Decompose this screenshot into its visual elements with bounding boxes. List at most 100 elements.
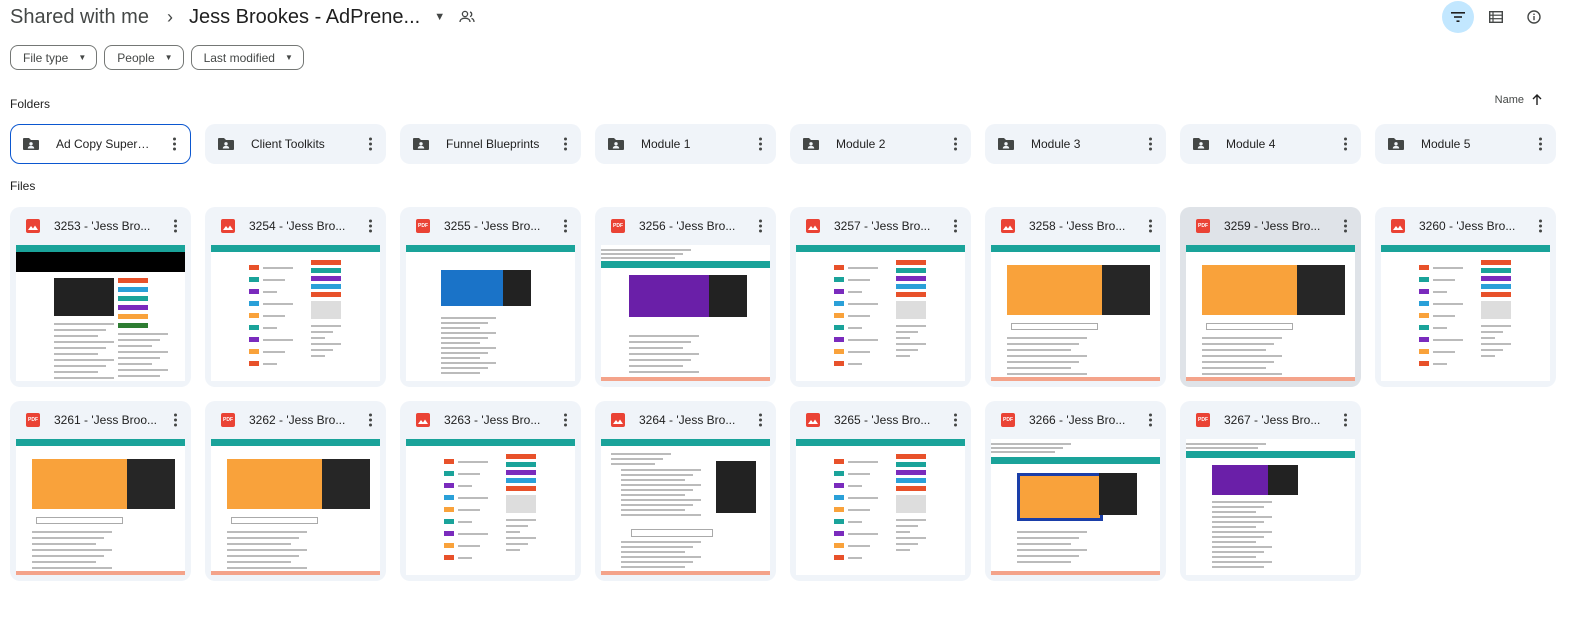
- thumb-video: [1202, 265, 1297, 315]
- more-actions-icon[interactable]: [1343, 137, 1347, 151]
- arrow-up-icon[interactable]: [1532, 94, 1542, 106]
- file-thumbnail[interactable]: [1186, 439, 1355, 575]
- folder-item[interactable]: Module 3: [985, 124, 1166, 164]
- file-card[interactable]: 3263 - 'Jess Bro...: [400, 401, 581, 581]
- more-actions-icon[interactable]: [368, 219, 372, 233]
- thumb-text-line: [118, 351, 168, 353]
- sort-control[interactable]: Name: [1495, 94, 1542, 106]
- list-view-icon: [1489, 11, 1503, 23]
- filter-toggle-button[interactable]: [1442, 1, 1474, 33]
- thumb-text-line: [621, 514, 701, 516]
- file-card[interactable]: 3257 - 'Jess Bro...: [790, 207, 971, 387]
- file-thumbnail[interactable]: [16, 245, 185, 381]
- thumb-text-line: [621, 551, 685, 553]
- file-card[interactable]: 3265 - 'Jess Bro...: [790, 401, 971, 581]
- folder-item[interactable]: Client Toolkits: [205, 124, 386, 164]
- thumb-text-line: [441, 337, 488, 339]
- file-thumbnail[interactable]: [991, 439, 1160, 575]
- more-actions-icon[interactable]: [953, 137, 957, 151]
- more-actions-icon[interactable]: [563, 413, 567, 427]
- file-thumbnail[interactable]: [16, 439, 185, 575]
- more-actions-icon[interactable]: [1538, 137, 1542, 151]
- more-actions-icon[interactable]: [1343, 413, 1347, 427]
- thumb-text-line: [611, 458, 663, 460]
- folder-item[interactable]: Funnel Blueprints: [400, 124, 581, 164]
- file-card[interactable]: 3260 - 'Jess Bro...: [1375, 207, 1556, 387]
- shared-people-icon[interactable]: [459, 10, 475, 24]
- thumb-text-line: [458, 557, 472, 559]
- file-thumbnail[interactable]: [1186, 245, 1355, 381]
- more-actions-icon[interactable]: [173, 219, 177, 233]
- more-actions-icon[interactable]: [1148, 137, 1152, 151]
- file-card[interactable]: PDF 3256 - 'Jess Bro...: [595, 207, 776, 387]
- more-actions-icon[interactable]: [953, 219, 957, 233]
- thumb-button: [506, 478, 536, 483]
- thumb-text-line: [118, 345, 152, 347]
- file-thumbnail[interactable]: [211, 245, 380, 381]
- more-actions-icon[interactable]: [172, 137, 176, 151]
- thumb-text-line: [263, 267, 293, 269]
- thumb-text-line: [227, 555, 299, 557]
- filter-chip[interactable]: People ▼: [104, 45, 184, 70]
- file-card[interactable]: PDF 3255 - 'Jess Bro...: [400, 207, 581, 387]
- details-button[interactable]: [1518, 1, 1550, 33]
- folder-item[interactable]: Module 5: [1375, 124, 1556, 164]
- file-thumbnail[interactable]: [601, 245, 770, 381]
- thumb-text-line: [848, 485, 862, 487]
- more-actions-icon[interactable]: [758, 413, 762, 427]
- breadcrumb-root[interactable]: Shared with me: [10, 6, 149, 29]
- file-thumbnail[interactable]: [601, 439, 770, 575]
- filter-chip-label: People: [117, 50, 155, 65]
- sort-label[interactable]: Name: [1495, 94, 1524, 106]
- file-card[interactable]: PDF 3266 - 'Jess Bro...: [985, 401, 1166, 581]
- folder-item[interactable]: Module 2: [790, 124, 971, 164]
- file-card[interactable]: 3264 - 'Jess Bro...: [595, 401, 776, 581]
- filter-chip[interactable]: Last modified ▼: [190, 45, 304, 70]
- more-actions-icon[interactable]: [1148, 219, 1152, 233]
- more-actions-icon[interactable]: [368, 413, 372, 427]
- more-actions-icon[interactable]: [1343, 219, 1347, 233]
- thumb-color-tag: [444, 519, 454, 524]
- list-view-button[interactable]: [1480, 1, 1512, 33]
- thumb-sidebar: [1297, 265, 1345, 315]
- thumb-text-line: [1007, 367, 1071, 369]
- file-thumbnail[interactable]: [406, 245, 575, 381]
- file-thumbnail[interactable]: [991, 245, 1160, 381]
- more-actions-icon[interactable]: [758, 219, 762, 233]
- thumb-text-line: [848, 339, 878, 341]
- thumb-text-line: [848, 473, 870, 475]
- thumb-text-line: [991, 443, 1071, 445]
- page-title[interactable]: Jess Brookes - AdPrene...: [189, 6, 420, 29]
- more-actions-icon[interactable]: [173, 413, 177, 427]
- more-actions-icon[interactable]: [563, 137, 567, 151]
- more-actions-icon[interactable]: [1538, 219, 1542, 233]
- more-actions-icon[interactable]: [1148, 413, 1152, 427]
- file-card[interactable]: PDF 3262 - 'Jess Bro...: [205, 401, 386, 581]
- thumb-button: [896, 260, 926, 265]
- thumb-header-bar: [991, 245, 1160, 252]
- file-thumbnail[interactable]: [1381, 245, 1550, 381]
- file-card[interactable]: PDF 3267 - 'Jess Bro...: [1180, 401, 1361, 581]
- folder-item[interactable]: Module 4: [1180, 124, 1361, 164]
- caret-down-icon[interactable]: ▼: [434, 11, 445, 23]
- thumb-text-line: [263, 291, 277, 293]
- folder-item[interactable]: Ad Copy Superst...: [10, 124, 191, 164]
- thumb-color-tag: [834, 507, 844, 512]
- file-card[interactable]: 3258 - 'Jess Bro...: [985, 207, 1166, 387]
- file-card[interactable]: 3254 - 'Jess Bro...: [205, 207, 386, 387]
- more-actions-icon[interactable]: [563, 219, 567, 233]
- thumb-text-line: [629, 353, 699, 355]
- file-thumbnail[interactable]: [796, 245, 965, 381]
- more-actions-icon[interactable]: [953, 413, 957, 427]
- file-thumbnail[interactable]: [406, 439, 575, 575]
- more-actions-icon[interactable]: [758, 137, 762, 151]
- filter-chip[interactable]: File type ▼: [10, 45, 98, 70]
- file-card[interactable]: PDF 3261 - 'Jess Broo...: [10, 401, 191, 581]
- folder-item[interactable]: Module 1: [595, 124, 776, 164]
- more-actions-icon[interactable]: [368, 137, 372, 151]
- file-card[interactable]: PDF 3259 - 'Jess Bro...: [1180, 207, 1361, 387]
- thumb-header-bar: [796, 439, 965, 446]
- file-card[interactable]: 3253 - 'Jess Bro...: [10, 207, 191, 387]
- file-thumbnail[interactable]: [211, 439, 380, 575]
- file-thumbnail[interactable]: [796, 439, 965, 575]
